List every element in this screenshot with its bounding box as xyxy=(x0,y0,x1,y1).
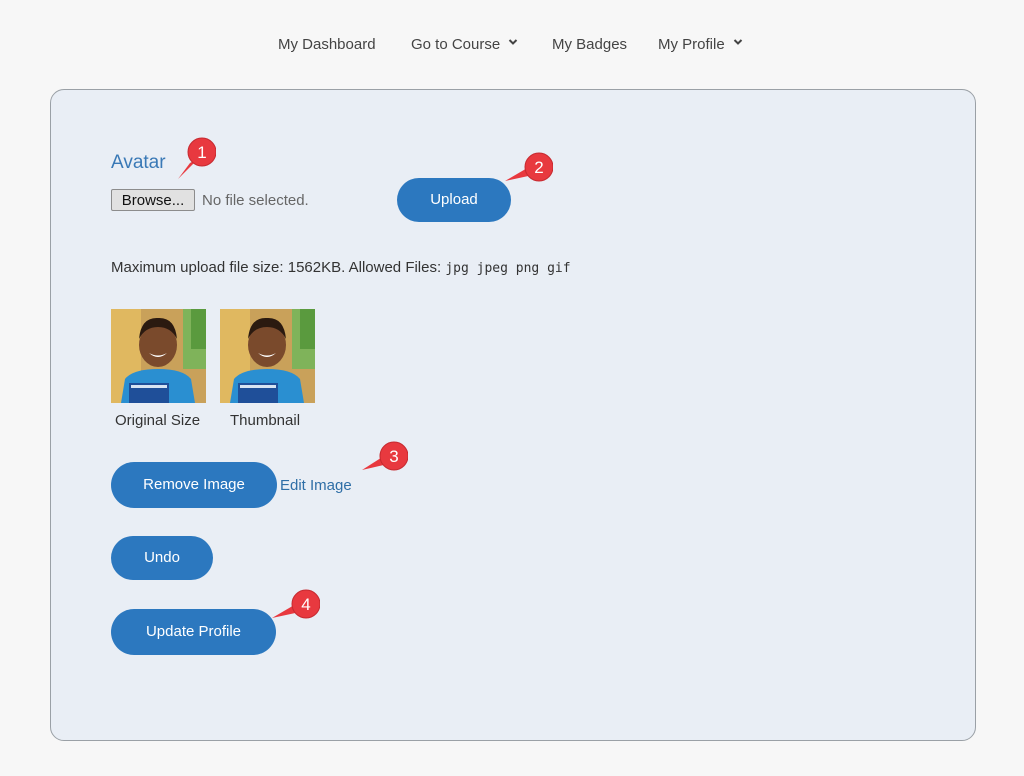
max-upload-info: Maximum upload file size: 1562KB. Allowe… xyxy=(111,259,571,276)
no-file-selected-text: No file selected. xyxy=(202,192,309,209)
avatar-original-image xyxy=(111,309,206,403)
original-size-caption: Original Size xyxy=(115,412,201,429)
callout-marker-1: 1 xyxy=(178,137,216,179)
edit-image-link[interactable]: Edit Image xyxy=(280,477,352,494)
nav-go-to-course-label: Go to Course xyxy=(411,36,501,53)
chevron-down-icon xyxy=(733,39,742,45)
avatar-thumbnail-image xyxy=(220,309,315,403)
avatar-label: Avatar xyxy=(111,152,166,173)
callout-number-3: 3 xyxy=(389,447,398,466)
nav-go-to-course[interactable]: Go to Course xyxy=(411,36,518,53)
nav-my-profile[interactable]: My Profile xyxy=(658,36,743,53)
allowed-file-types: jpg jpeg png gif xyxy=(445,261,571,276)
callout-number-1: 1 xyxy=(197,143,206,162)
callout-number-2: 2 xyxy=(534,158,543,177)
browse-button[interactable]: Browse... xyxy=(111,189,195,211)
nav-my-profile-label: My Profile xyxy=(658,36,725,53)
callout-marker-2: 2 xyxy=(505,152,553,182)
thumbnail-caption: Thumbnail xyxy=(230,412,301,429)
nav-my-dashboard[interactable]: My Dashboard xyxy=(278,36,376,53)
max-upload-text: Maximum upload file size: 1562KB. Allowe… xyxy=(111,259,442,276)
callout-marker-4: 4 xyxy=(272,589,320,619)
remove-image-button[interactable]: Remove Image xyxy=(111,462,277,508)
update-profile-button[interactable]: Update Profile xyxy=(111,609,276,655)
top-navigation: My Dashboard Go to Course My Badges My P… xyxy=(0,0,1024,90)
nav-my-badges[interactable]: My Badges xyxy=(552,36,627,53)
chevron-down-icon xyxy=(509,39,518,45)
callout-number-4: 4 xyxy=(301,595,310,614)
callout-marker-3: 3 xyxy=(362,441,408,471)
upload-button[interactable]: Upload xyxy=(397,178,511,222)
undo-button[interactable]: Undo xyxy=(111,536,213,580)
